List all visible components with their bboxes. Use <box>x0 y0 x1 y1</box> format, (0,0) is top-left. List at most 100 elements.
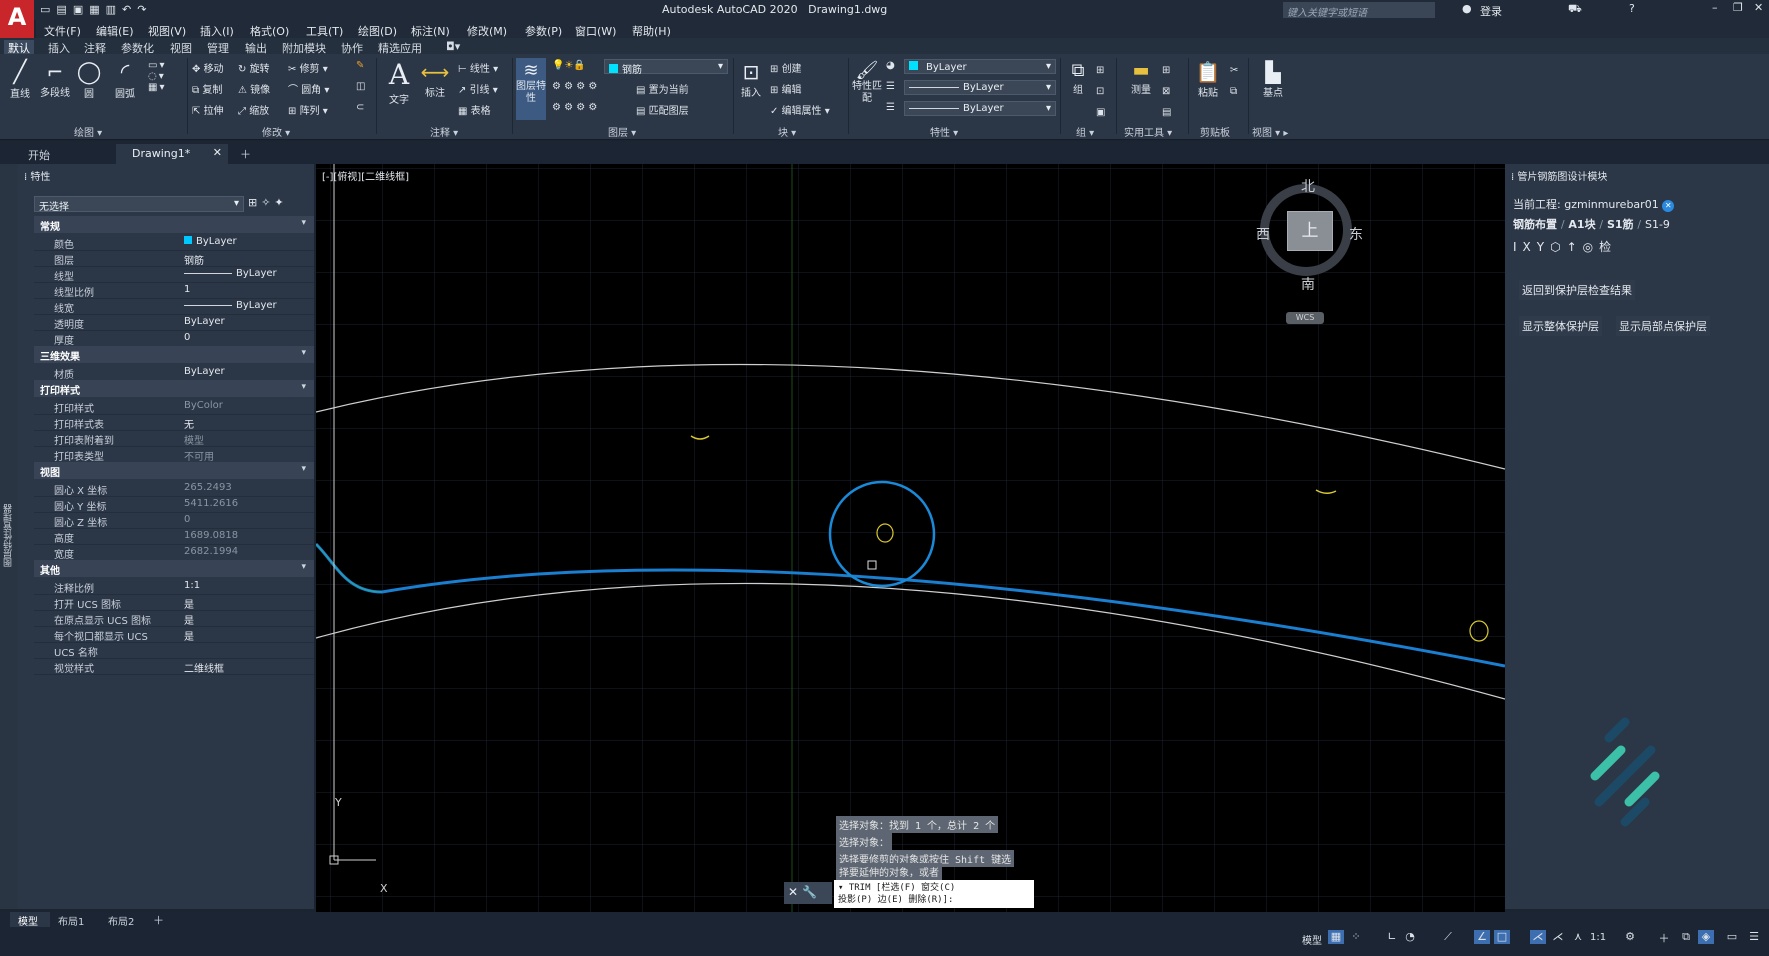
ortho-icon[interactable]: ∟ <box>1384 930 1400 944</box>
property-row[interactable]: 打印样式表 无 <box>34 414 314 431</box>
create-block-button[interactable]: ⊞ 创建 <box>770 60 802 75</box>
property-value[interactable]: ByLayer <box>184 236 237 247</box>
rotate-button[interactable]: ↻ 旋转 <box>238 60 270 75</box>
property-row[interactable]: 线宽 ByLayer <box>34 298 314 315</box>
login-link[interactable]: 登录 <box>1480 3 1502 19</box>
move-button[interactable]: ✥ 移动 <box>192 60 224 75</box>
property-row[interactable]: 圆心 X 坐标 265.2493 <box>34 480 314 497</box>
close-icon[interactable]: ✕ <box>213 146 222 159</box>
view-section-label[interactable]: 视图 ▾ ▸ <box>1252 124 1288 139</box>
property-value[interactable]: 是 <box>184 612 194 627</box>
fillet-button[interactable]: ⌒ 圆角 ▾ <box>288 81 329 96</box>
explode-icon[interactable]: ◫ <box>356 81 365 92</box>
leader-button[interactable]: ↗ 引线 ▾ <box>458 81 498 96</box>
wrench-icon[interactable]: 🔧 <box>802 885 821 899</box>
menu-tools[interactable]: 工具(T) <box>306 23 343 39</box>
layer-state-icons[interactable]: 💡☀🔒 <box>552 60 586 71</box>
viewcube-top-face[interactable]: 上 <box>1287 211 1333 251</box>
property-row[interactable]: 材质 ByLayer <box>34 364 314 381</box>
show-local-cover-button[interactable]: 显示局部点保护层 <box>1616 316 1710 336</box>
menu-insert[interactable]: 插入(I) <box>200 23 234 39</box>
property-row[interactable]: 视觉样式 二维线框 <box>34 658 314 675</box>
property-row[interactable]: 在原点显示 UCS 图标 是 <box>34 610 314 627</box>
open-icon[interactable]: ▤ <box>56 3 72 16</box>
group-button[interactable]: ⧉ 组 <box>1064 60 1092 96</box>
tab-start[interactable]: 开始 <box>16 145 108 163</box>
menu-modify[interactable]: 修改(M) <box>467 23 507 39</box>
table-button[interactable]: ▦ 表格 <box>458 102 491 117</box>
property-value[interactable]: 1 <box>184 284 190 295</box>
property-value[interactable]: ByLayer <box>184 316 225 327</box>
trim-button[interactable]: ✂ 修剪 ▾ <box>288 60 328 75</box>
property-value[interactable]: ByLayer <box>184 300 277 311</box>
annotation-scale-icon[interactable]: ⋏ <box>1570 930 1586 944</box>
property-row[interactable]: 圆心 Z 坐标 0 <box>34 512 314 529</box>
linetype-dropdown[interactable]: ByLayer ▾ <box>904 80 1056 95</box>
ribbon-toggle-icon[interactable]: ◘▾ <box>446 40 460 53</box>
property-row[interactable]: 透明度 ByLayer <box>34 314 314 331</box>
polyline-button[interactable]: ⌐ 多段线 <box>37 60 73 99</box>
color-dropdown[interactable]: ByLayer ▾ <box>904 59 1056 74</box>
show-overall-cover-button[interactable]: 显示整体保护层 <box>1519 316 1602 336</box>
arc-button[interactable]: ◜ 圆弧 <box>108 60 142 100</box>
auto-scale-icon[interactable]: ⋌ <box>1550 930 1566 944</box>
property-row[interactable]: 圆心 Y 坐标 5411.2616 <box>34 496 314 513</box>
dimension-button[interactable]: ⟷ 标注 <box>420 60 450 99</box>
property-row[interactable]: UCS 名称 <box>34 642 314 659</box>
text-button[interactable]: A 文字 <box>384 58 414 106</box>
return-to-cover-check-button[interactable]: 返回到保护层检查结果 <box>1519 280 1635 300</box>
clipboard-icons[interactable]: ✂ ⧉ <box>1230 60 1238 102</box>
annotation-visibility-icon[interactable]: ⋌ <box>1530 930 1546 944</box>
property-section-header[interactable]: 视图 ▾ <box>34 462 314 479</box>
layout-tab-layout2[interactable]: 布局2 <box>108 913 134 928</box>
minimize-button[interactable]: – <box>1712 1 1718 14</box>
property-row[interactable]: 线型 ByLayer <box>34 266 314 283</box>
property-section-header[interactable]: 常规 ▾ <box>34 216 314 233</box>
menu-help[interactable]: 帮助(H) <box>632 23 671 39</box>
menu-draw[interactable]: 绘图(D) <box>358 23 397 39</box>
property-section-header[interactable]: 三维效果 ▾ <box>34 346 314 363</box>
layer-properties-button[interactable]: ≋ 图层特性 <box>516 58 546 120</box>
settings-icon[interactable]: ◎ <box>1583 240 1599 254</box>
restore-button[interactable]: ❐ <box>1733 1 1743 14</box>
close-button[interactable]: ✕ <box>1754 1 1763 14</box>
search-input[interactable]: 键入关键字或短语 <box>1283 2 1435 19</box>
stretch-button[interactable]: ⇱ 拉伸 <box>192 102 224 117</box>
property-value[interactable]: 钢筋 <box>184 252 204 267</box>
lineweight-dropdown[interactable]: ByLayer ▾ <box>904 101 1056 116</box>
snap-icon[interactable]: ⁘ <box>1348 930 1364 944</box>
property-row[interactable]: 高度 1689.0818 <box>34 528 314 545</box>
erase-icon[interactable]: ✎ <box>356 60 364 71</box>
plot-icon[interactable]: ▥ <box>106 3 122 16</box>
property-row[interactable]: 注释比例 1:1 <box>34 578 314 595</box>
block-section-label[interactable]: 块 ▾ <box>778 124 796 139</box>
tab-drawing1[interactable]: Drawing1* ✕ <box>116 144 228 164</box>
menu-icon[interactable]: ☰ <box>1746 930 1762 944</box>
menu-window[interactable]: 窗口(W) <box>575 23 616 39</box>
layer-tool-icons-2[interactable]: ⚙ ⚙ ⚙ ⚙ <box>552 102 597 113</box>
copy-button[interactable]: ⧉ 复制 <box>192 81 222 96</box>
close-icon[interactable]: ✕ <box>788 885 802 899</box>
undo-icon[interactable]: ↶ <box>122 3 137 16</box>
osnap-icon[interactable]: □ <box>1494 930 1510 944</box>
property-row[interactable]: 打印样式 ByColor <box>34 398 314 415</box>
clipboard-section-label[interactable]: 剪贴板 <box>1200 124 1230 139</box>
layer-dropdown[interactable]: 钢筋 ▾ <box>604 59 728 76</box>
cart-icon[interactable]: ⛟ <box>1568 2 1582 17</box>
layer-palette-strip[interactable]: 图层特性管理器 <box>0 164 18 909</box>
isodraft-icon[interactable]: ⟋ <box>1440 930 1456 944</box>
polar-icon[interactable]: ◔ <box>1402 930 1418 944</box>
wcs-dropdown[interactable]: WCS <box>1286 312 1324 324</box>
offset-icon[interactable]: ⊂ <box>356 102 364 113</box>
new-tab-icon[interactable]: ＋ <box>240 146 251 162</box>
save-as-icon[interactable]: ▦ <box>89 3 105 16</box>
command-input[interactable]: ▾ TRIM [栏选(F) 窗交(C) 投影(P) 边(E) 删除(R)]: <box>834 880 1034 908</box>
color-wheel-icon[interactable]: ◕ <box>886 60 895 71</box>
cube-icon[interactable]: ⬡ <box>1550 240 1566 254</box>
property-value[interactable]: 0 <box>184 332 190 343</box>
breadcrumb-item[interactable]: S1-9 <box>1645 218 1670 231</box>
breadcrumb-item[interactable]: A1块 <box>1568 218 1595 231</box>
property-section-header[interactable]: 打印样式 ▾ <box>34 380 314 397</box>
annotation-section-label[interactable]: 注释 ▾ <box>430 124 458 139</box>
compass-north[interactable]: 北 <box>1301 176 1315 196</box>
